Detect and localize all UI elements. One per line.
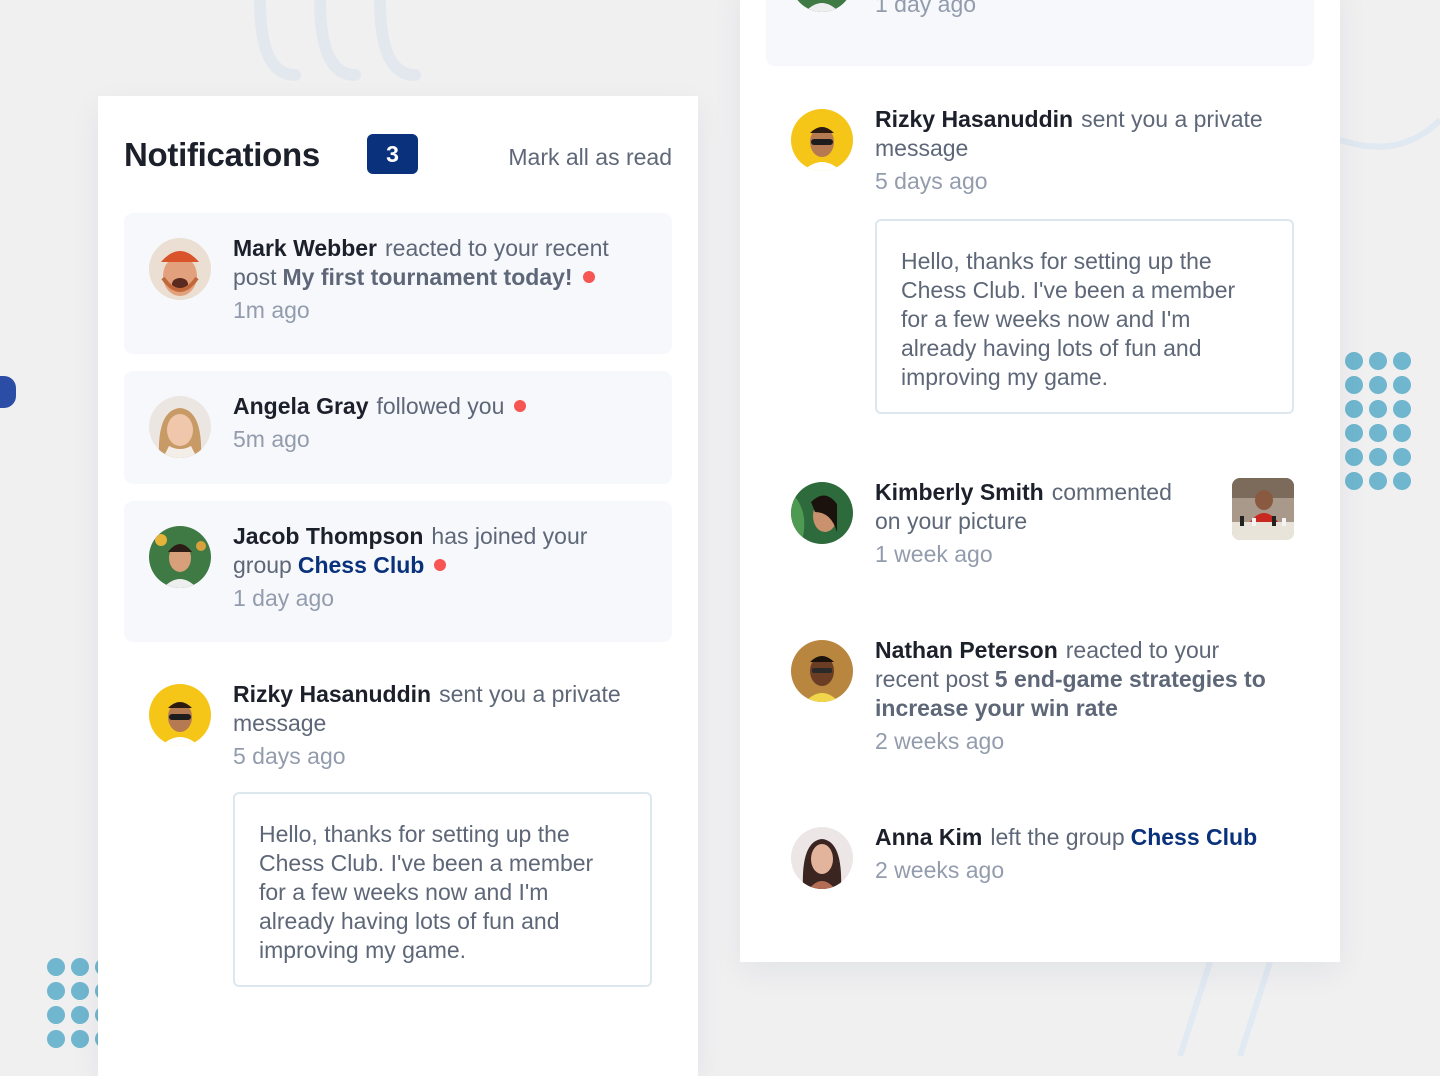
private-message-box[interactable]: Hello, thanks for setting up the Chess C… <box>233 792 652 987</box>
avatar-mark-webber[interactable] <box>149 238 211 300</box>
user-name[interactable]: Mark Webber <box>233 235 377 261</box>
timestamp: 1 week ago <box>875 541 993 567</box>
timestamp: 2 weeks ago <box>875 857 1005 883</box>
user-name[interactable]: Anna Kim <box>875 824 982 850</box>
left-edge-shape <box>0 376 16 408</box>
chess-picture-thumbnail[interactable] <box>1232 478 1294 540</box>
notification-item[interactable]: Anna Kim left the group Chess Club 2 weeks… <box>766 802 1314 912</box>
notification-text: Anna Kim left the group Chess Club 2 weeks… <box>875 823 1280 885</box>
notification-item[interactable]: Angela Gray followed you 5m ago <box>124 371 672 484</box>
notification-text: 1 day ago <box>875 0 1280 19</box>
post-link[interactable]: My first tournament today! <box>282 264 572 290</box>
notification-item[interactable]: Rizky Hasanuddin sent you a private messa… <box>766 84 1314 424</box>
dots-decoration-right <box>1345 352 1411 490</box>
notifications-panel-left: Notifications 3 Mark all as read Mark We… <box>98 96 698 1076</box>
notification-item[interactable]: 1 day ago <box>766 0 1314 66</box>
avatar-jacob-thompson[interactable] <box>791 0 853 12</box>
notification-text: Jacob Thompson has joined your group Chess… <box>233 522 638 613</box>
timestamp: 5 days ago <box>233 743 346 769</box>
avatar-angela-gray[interactable] <box>149 396 211 458</box>
user-name[interactable]: Jacob Thompson <box>233 523 423 549</box>
unread-indicator <box>434 559 447 571</box>
mark-all-as-read-button[interactable]: Mark all as read <box>508 144 672 171</box>
private-message-box[interactable]: Hello, thanks for setting up the Chess C… <box>875 219 1294 414</box>
notification-item[interactable]: Rizky Hasanuddin sent you a private messa… <box>124 659 672 999</box>
notifications-header: Notifications 3 Mark all as read <box>124 134 672 176</box>
avatar-anna-kim[interactable] <box>791 827 853 889</box>
group-link[interactable]: Chess Club <box>298 552 425 578</box>
user-name[interactable]: Nathan Peterson <box>875 637 1058 663</box>
notifications-panel-right: 1 day ago Rizky Hasanuddin sent you a pri… <box>740 0 1340 962</box>
background-lines-decoration <box>1177 962 1273 1056</box>
notification-text: Nathan Peterson reacted to your recent po… <box>875 636 1280 756</box>
notification-text: Mark Webber reacted to your recent post My… <box>233 234 638 325</box>
timestamp: 2 weeks ago <box>875 728 1005 754</box>
timestamp: 1m ago <box>233 297 310 323</box>
timestamp: 5m ago <box>233 426 310 452</box>
notification-text: Rizky Hasanuddin sent you a private messa… <box>875 105 1280 196</box>
notification-item[interactable]: Nathan Peterson reacted to your recent po… <box>766 615 1314 773</box>
timestamp: 1 day ago <box>233 585 335 611</box>
notification-action: left the group <box>990 824 1125 850</box>
notification-item[interactable]: Jacob Thompson has joined your group Chess… <box>124 501 672 642</box>
notification-item[interactable]: Mark Webber reacted to your recent post My… <box>124 213 672 354</box>
unread-indicator <box>514 400 527 412</box>
avatar-jacob-thompson[interactable] <box>149 526 211 588</box>
group-link[interactable]: Chess Club <box>1131 824 1258 850</box>
notification-text: Rizky Hasanuddin sent you a private messa… <box>233 680 638 771</box>
background-curve-decoration <box>1340 117 1440 150</box>
avatar-rizky-hasanuddin[interactable] <box>149 684 211 746</box>
unread-count-badge: 3 <box>367 134 418 174</box>
page-title: Notifications <box>124 136 320 173</box>
background-wave-decoration <box>254 0 421 81</box>
timestamp: 5 days ago <box>875 168 988 194</box>
avatar-kimberly-smith[interactable] <box>791 482 853 544</box>
avatar-rizky-hasanuddin[interactable] <box>791 109 853 171</box>
notification-action: followed you <box>376 393 505 419</box>
timestamp: 1 day ago <box>875 0 977 17</box>
user-name[interactable]: Rizky Hasanuddin <box>233 681 431 707</box>
unread-indicator <box>582 271 595 283</box>
user-name[interactable]: Rizky Hasanuddin <box>875 106 1073 132</box>
avatar-nathan-peterson[interactable] <box>791 640 853 702</box>
notification-text: Kimberly Smith commented on your picture … <box>875 478 1194 569</box>
user-name[interactable]: Angela Gray <box>233 393 369 419</box>
user-name[interactable]: Kimberly Smith <box>875 479 1044 505</box>
notification-item[interactable]: Kimberly Smith commented on your picture … <box>766 457 1314 585</box>
notification-text: Angela Gray followed you 5m ago <box>233 392 638 454</box>
